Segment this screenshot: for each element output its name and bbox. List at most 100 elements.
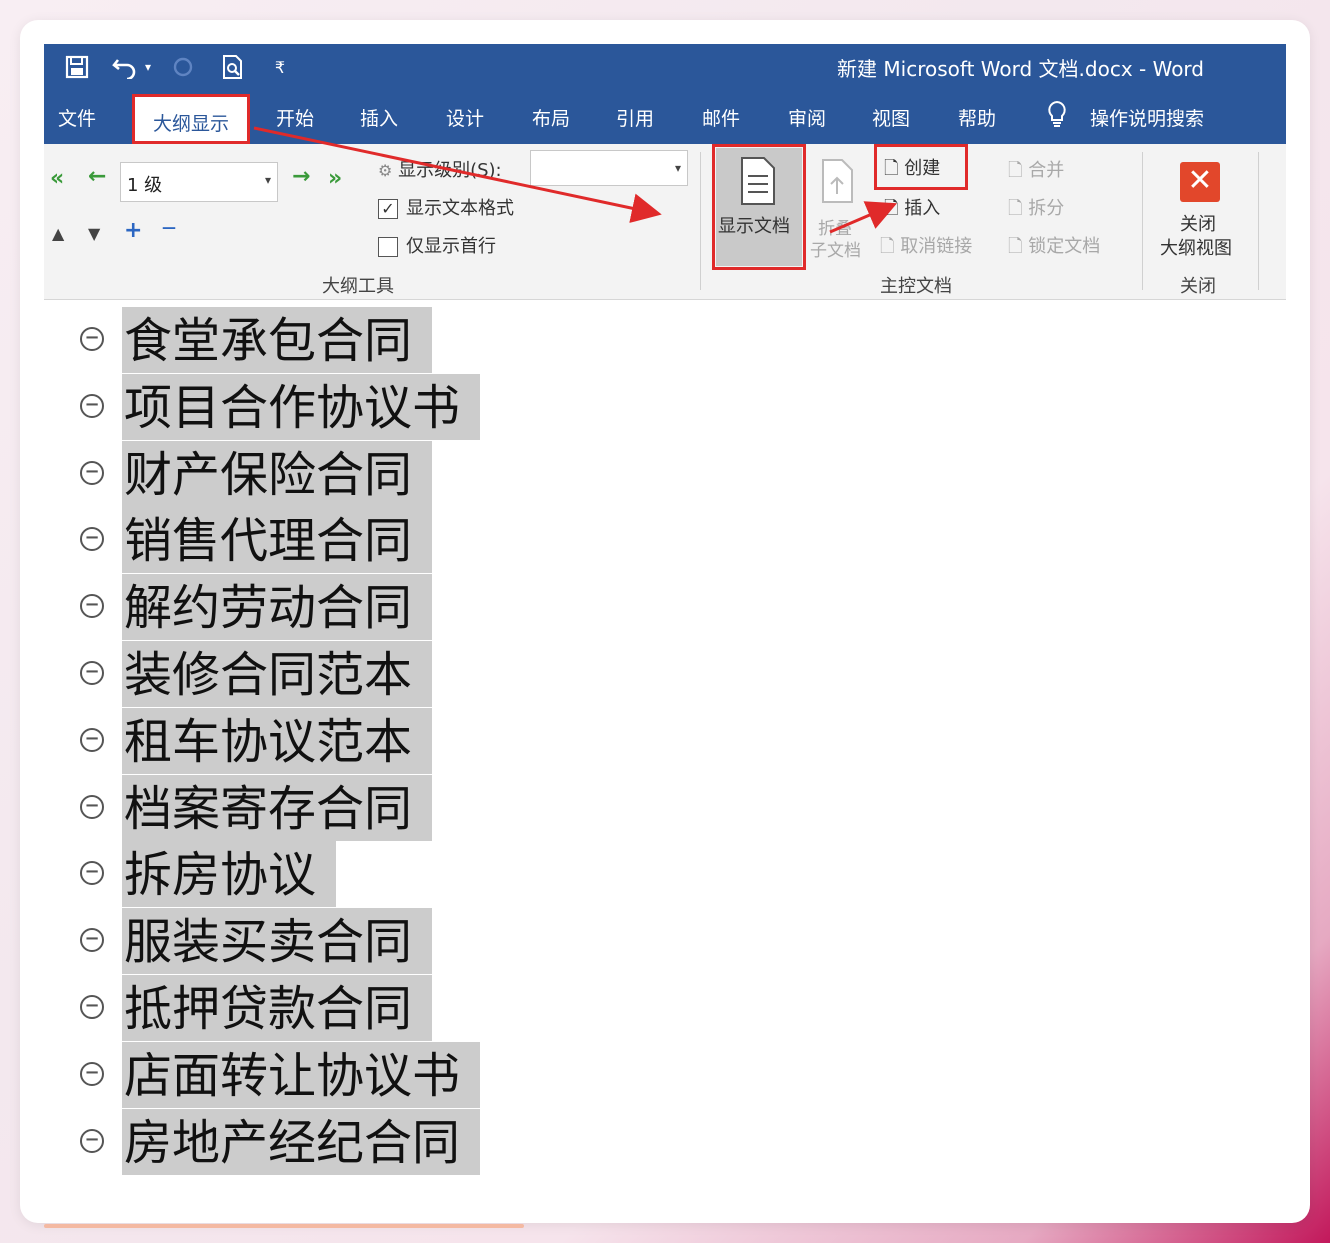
promote-to-heading-icon[interactable]: « [50, 166, 64, 191]
title-bar: ▾ ₹ 新建 Microsoft Word 文档.docx - Word [44, 44, 1286, 90]
outline-item-text[interactable]: 食堂承包合同 [122, 307, 433, 373]
tab-outline[interactable]: 大纲显示 [132, 94, 251, 144]
move-up-icon[interactable]: ▲ [52, 224, 64, 243]
show-text-formatting-label: 显示文本格式 [406, 198, 514, 219]
split-label: 拆分 [1028, 198, 1065, 219]
collapse-minus-icon[interactable]: − [80, 1128, 104, 1153]
undo-icon[interactable] [110, 52, 140, 82]
outline-level-select[interactable]: 1 级 ▾ [120, 162, 278, 202]
collapse-minus-icon[interactable]: − [80, 928, 104, 953]
create-highlight [874, 144, 968, 190]
window-title: 新建 Microsoft Word 文档.docx - Word [837, 57, 1204, 81]
unlink-label: 取消链接 [900, 236, 973, 257]
move-down-icon[interactable]: ▼ [88, 224, 100, 243]
chevron-down-icon: ▾ [264, 173, 271, 187]
collapse-minus-icon[interactable]: − [80, 327, 104, 351]
insert-subdocument-button[interactable]: 🗋 插入 [884, 194, 940, 226]
demote-to-body-icon[interactable]: » [328, 166, 342, 191]
collapse-minus-icon[interactable]: − [80, 794, 104, 819]
save-icon[interactable] [62, 52, 92, 82]
undo-dropdown[interactable]: ▾ [142, 52, 154, 82]
tell-me-search[interactable]: 操作说明搜索 [1090, 104, 1204, 131]
tab-help[interactable]: 帮助 [958, 104, 996, 131]
outline-item-text[interactable]: 房地产经纪合同 [122, 1108, 481, 1175]
collapse-minus-icon[interactable]: − [80, 861, 104, 886]
card-underline [44, 1224, 524, 1228]
expand-icon[interactable]: + [124, 218, 142, 243]
outline-item-text[interactable]: 解约劳动合同 [122, 574, 433, 641]
collapse-icon[interactable]: — [162, 220, 176, 236]
split-icon: 🗋 [1008, 198, 1023, 219]
tab-insert[interactable]: 插入 [360, 104, 398, 131]
outline-item-text[interactable]: 服装买卖合同 [122, 908, 433, 975]
split-subdocument-button[interactable]: 🗋 拆分 [1008, 194, 1064, 226]
outline-item-text[interactable]: 销售代理合同 [122, 507, 433, 574]
show-text-formatting-checkbox[interactable]: ✓ 显示文本格式 [378, 194, 514, 220]
outline-item-text[interactable]: 店面转让协议书 [122, 1041, 481, 1108]
lightbulb-icon[interactable] [1046, 100, 1068, 133]
outline-item-text[interactable]: 租车协议范本 [122, 707, 433, 774]
lock-document-button[interactable]: 🗋 锁定文档 [1008, 232, 1100, 264]
collapse-minus-icon[interactable]: − [80, 594, 104, 619]
outline-item-text[interactable]: 抵押贷款合同 [122, 975, 433, 1041]
ribbon-tabs: 文件 大纲显示 开始 插入 设计 布局 引用 邮件 审阅 视图 帮助 操作说明搜… [44, 90, 1286, 144]
close-outline-view-label-1[interactable]: 关闭 [1180, 210, 1216, 236]
collapse-minus-icon[interactable]: − [80, 393, 104, 418]
lock-icon: 🗋 [1008, 236, 1023, 257]
tab-mailings[interactable]: 邮件 [702, 104, 740, 131]
tab-design[interactable]: 设计 [446, 104, 484, 131]
card-content: ▾ ₹ 新建 Microsoft Word 文档.docx - Word 文件 … [20, 20, 1310, 1223]
demote-icon[interactable]: → [292, 164, 310, 189]
collapse-minus-icon[interactable]: − [80, 460, 104, 485]
chevron-down-icon: ▾ [674, 161, 681, 175]
close-icon[interactable]: ✕ [1180, 162, 1220, 202]
tab-layout[interactable]: 布局 [532, 104, 570, 131]
group-separator [1258, 152, 1259, 290]
close-outline-view-label-2[interactable]: 大纲视图 [1160, 234, 1232, 260]
customize-icon[interactable]: ₹ [270, 52, 290, 82]
outline-item-text[interactable]: 财产保险合同 [122, 440, 433, 507]
merge-subdocument-button[interactable]: 🗋 合并 [1008, 156, 1064, 188]
collapse-minus-icon[interactable]: − [80, 1061, 104, 1086]
merge-icon: 🗋 [1008, 160, 1023, 181]
show-level-label: ⚙ 显示级别(S): [378, 156, 502, 182]
tab-home[interactable]: 开始 [276, 104, 314, 131]
outline-item-text[interactable]: 档案寄存合同 [122, 774, 433, 841]
outline-level-value: 1 级 [127, 175, 163, 196]
outline-item-text[interactable]: 拆房协议 [122, 841, 337, 908]
collapse-subdocuments-label-2[interactable]: 子文档 [810, 236, 861, 261]
tab-view[interactable]: 视图 [872, 104, 910, 131]
unlink-icon: 🗋 [880, 236, 895, 257]
outline-item-text[interactable]: 项目合作协议书 [122, 373, 481, 440]
group-separator [1142, 152, 1143, 290]
outline-tools-group-label: 大纲工具 [322, 276, 394, 297]
collapse-minus-icon[interactable]: − [80, 661, 104, 685]
print-preview-icon[interactable] [218, 52, 248, 82]
tab-references[interactable]: 引用 [616, 104, 654, 131]
insert-label: 插入 [904, 198, 941, 219]
show-first-line-only-label: 仅显示首行 [406, 236, 496, 257]
show-level-icon: ⚙ [378, 161, 393, 180]
show-first-line-only-checkbox[interactable]: 仅显示首行 [378, 232, 496, 258]
lock-document-label: 锁定文档 [1028, 236, 1101, 257]
merge-label: 合并 [1028, 160, 1065, 181]
show-level-text: 显示级别(S): [398, 160, 502, 181]
unlink-subdocument-button[interactable]: 🗋 取消链接 [880, 232, 972, 264]
tab-review[interactable]: 审阅 [788, 104, 826, 131]
collapse-minus-icon[interactable]: − [80, 727, 104, 752]
show-level-select[interactable]: ▾ [530, 150, 688, 186]
outline-item-text[interactable]: 装修合同范本 [122, 641, 433, 707]
checkbox-unchecked-icon [378, 237, 398, 257]
redo-icon[interactable] [168, 52, 198, 82]
collapse-minus-icon[interactable]: − [80, 527, 104, 552]
checkbox-checked-icon: ✓ [378, 199, 398, 219]
master-document-group-label: 主控文档 [880, 276, 952, 297]
close-group-label: 关闭 [1180, 276, 1216, 297]
show-document-button[interactable] [712, 144, 806, 270]
collapse-minus-icon[interactable]: − [80, 995, 104, 1019]
tab-file[interactable]: 文件 [58, 104, 96, 131]
word-window: ▾ ₹ 新建 Microsoft Word 文档.docx - Word 文件 … [44, 44, 1286, 1200]
promote-icon[interactable]: ← [88, 164, 106, 189]
insert-document-icon: 🗋 [884, 198, 899, 219]
collapse-subdocuments-icon [820, 158, 856, 209]
